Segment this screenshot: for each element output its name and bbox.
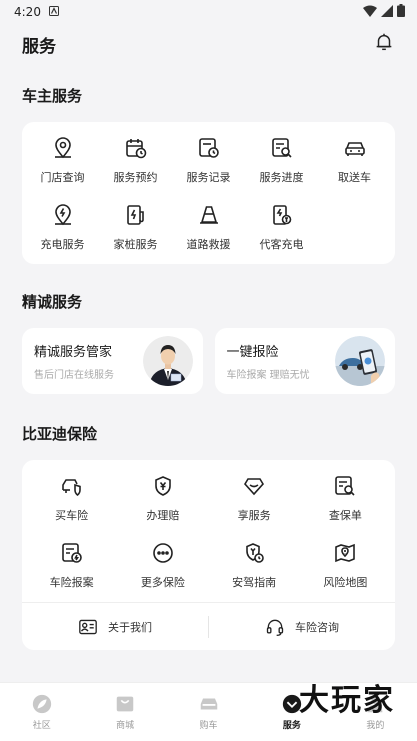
grid-label: 查保单 (328, 509, 362, 522)
valet-charge-icon (272, 205, 291, 225)
location-pin-icon (54, 137, 71, 159)
status-time: 4:20 (14, 5, 41, 19)
grid-label: 更多保险 (140, 576, 185, 589)
pickup-delivery-button[interactable]: 取送车 (318, 136, 391, 185)
watermark-logo: 大玩家 (299, 683, 395, 718)
valet-charging-button[interactable]: 代客充电 (245, 203, 318, 252)
feature-subtitle: 车险报案 理赔无忧 (226, 370, 310, 381)
tab-label: 商城 (116, 721, 135, 731)
shopping-bag-icon (116, 696, 134, 712)
traffic-cone-icon (199, 206, 218, 224)
headset-icon (266, 619, 284, 636)
grid-label: 车险报案 (49, 576, 94, 589)
yen-shield-icon (155, 476, 171, 496)
tab-mall[interactable]: 商城 (83, 693, 166, 731)
claim-process-button[interactable]: 办理赔 (117, 474, 208, 523)
grid-label: 服务进度 (259, 171, 304, 184)
risk-map-button[interactable]: 风险地图 (300, 541, 391, 590)
grid-label: 办理赔 (146, 509, 180, 522)
grid-label: 买车险 (55, 509, 89, 522)
owner-services-title: 车主服务 (22, 87, 83, 105)
battery-icon (397, 4, 405, 20)
premium-services-title: 精诚服务 (22, 293, 83, 311)
safe-driving-guide-button[interactable]: 安驾指南 (209, 541, 300, 590)
about-us-label: 关于我们 (108, 620, 152, 634)
grid-label: 风险地图 (323, 576, 368, 589)
insurance-title: 比亚迪保险 (22, 425, 98, 443)
feature-title: 一键报险 (226, 345, 279, 360)
more-insurance-button[interactable]: 更多保险 (117, 541, 208, 590)
insurance-card: 买车险 办理赔 享服务 查保单 车险报案 更多保险 安驾指南 风险地图 关于我们… (22, 460, 395, 650)
leaf-icon (32, 694, 51, 714)
store-search-button[interactable]: 门店查询 (26, 136, 99, 185)
tab-community[interactable]: 社区 (0, 693, 83, 731)
service-booking-button[interactable]: 服务预约 (99, 136, 172, 185)
charging-pin-icon (54, 204, 71, 226)
grid-label: 安驾指南 (232, 576, 277, 589)
feature-title: 精诚服务管家 (34, 345, 113, 360)
signal-icon (381, 4, 393, 20)
tab-label: 社区 (32, 721, 51, 731)
charging-pile-icon (126, 205, 144, 225)
grid-label: 服务记录 (186, 171, 231, 184)
more-icon (153, 543, 173, 563)
document-clock-icon (198, 138, 219, 158)
about-us-link[interactable]: 关于我们 (22, 618, 208, 636)
document-search-icon (271, 138, 292, 158)
feature-subtitle: 售后门店在线服务 (34, 370, 114, 381)
diamond-icon (244, 478, 265, 496)
tab-buy-car[interactable]: 购车 (167, 693, 250, 731)
wifi-icon (363, 5, 377, 20)
tab-label: 购车 (199, 721, 218, 731)
butler-avatar-image (142, 336, 193, 386)
shield-clock-icon (246, 543, 264, 563)
calendar-clock-icon (125, 139, 146, 159)
claim-phone-image (335, 336, 385, 386)
risk-map-icon (335, 543, 356, 563)
tab-label: 服务 (282, 721, 301, 731)
insurance-consult-label: 车险咨询 (295, 620, 339, 634)
car-icon (344, 142, 365, 156)
home-charger-button[interactable]: 家桩服务 (99, 203, 172, 252)
enjoy-service-button[interactable]: 享服务 (209, 474, 300, 523)
car-shield-icon (61, 479, 81, 497)
check-policy-button[interactable]: 查保单 (300, 474, 391, 523)
report-claim-button[interactable]: 车险报案 (26, 541, 117, 590)
grid-label: 代客充电 (259, 238, 304, 251)
buy-insurance-button[interactable]: 买车险 (26, 474, 117, 523)
service-butler-card[interactable]: 精诚服务管家 售后门店在线服务 (22, 328, 203, 394)
grid-label: 充电服务 (40, 238, 85, 251)
notification-app-icon (48, 5, 59, 19)
grid-label: 门店查询 (40, 171, 85, 184)
bell-icon[interactable] (373, 31, 395, 57)
about-card-icon (79, 619, 97, 634)
car-tab-icon (200, 698, 217, 710)
service-progress-button[interactable]: 服务进度 (245, 136, 318, 185)
charging-service-button[interactable]: 充电服务 (26, 203, 99, 252)
quick-claim-card[interactable]: 一键报险 车险报案 理赔无忧 (214, 328, 395, 394)
grid-label: 家桩服务 (113, 238, 158, 251)
report-clock-icon (61, 543, 82, 563)
road-rescue-button[interactable]: 道路救援 (172, 203, 245, 252)
tab-label: 我的 (366, 721, 385, 731)
page-header: 服务 (0, 24, 417, 64)
page-title: 服务 (22, 36, 56, 57)
grid-label: 取送车 (338, 171, 371, 184)
status-bar: 4:20 (0, 0, 417, 24)
grid-label: 服务预约 (113, 171, 158, 184)
owner-services-card: 门店查询 服务预约 服务记录 服务进度 取送车 充电服务 家桩服务 道路救援 代… (22, 122, 395, 264)
service-record-button[interactable]: 服务记录 (172, 136, 245, 185)
policy-search-icon (335, 476, 355, 496)
insurance-consult-link[interactable]: 车险咨询 (209, 617, 395, 637)
grid-label: 道路救援 (186, 238, 231, 251)
grid-label: 享服务 (237, 509, 271, 522)
